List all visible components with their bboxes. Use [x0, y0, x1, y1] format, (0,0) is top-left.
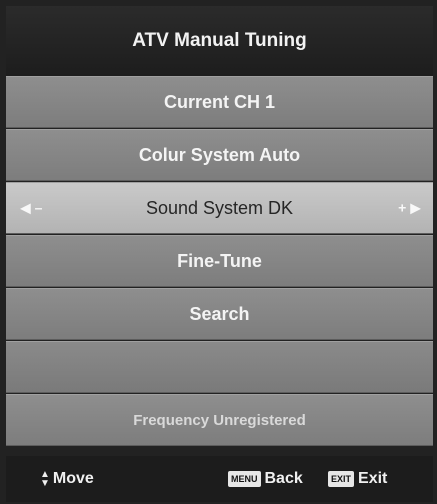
menu-item-empty: [6, 341, 433, 393]
menu-key-icon: MENU: [228, 471, 261, 487]
menu-item-current-ch[interactable]: Current CH 1: [6, 76, 433, 128]
menu-item-sound-system[interactable]: ◀ – Sound System DK + ▶: [6, 182, 433, 234]
menu-item-fine-tune[interactable]: Fine-Tune: [6, 235, 433, 287]
up-down-arrows-icon: ▲ ▼: [40, 469, 50, 489]
menu-item-search[interactable]: Search: [6, 288, 433, 340]
left-arrow-icon[interactable]: ◀ –: [20, 200, 42, 217]
tuning-menu: Current CH 1 Colur System Auto ◀ – Sound…: [6, 76, 433, 447]
exit-label: Exit: [358, 470, 388, 487]
menu-item-colour-system[interactable]: Colur System Auto: [6, 129, 433, 181]
move-label: Move: [52, 470, 94, 487]
sound-system-label: Sound System DK: [145, 197, 294, 218]
menu-title: ATV Manual Tuning: [6, 6, 433, 76]
back-hint[interactable]: MENU Back: [228, 456, 303, 502]
tv-osd-window: ATV Manual Tuning Current CH 1 Colur Sys…: [0, 0, 437, 504]
key-hint-bar: ▲ ▼ Move MENU Back EXIT Exit: [6, 456, 433, 502]
back-label: Back: [264, 470, 303, 487]
status-text: Frequency Unregistered: [6, 394, 433, 446]
exit-hint[interactable]: EXIT Exit: [328, 456, 387, 502]
right-arrow-icon[interactable]: + ▶: [398, 200, 421, 217]
move-hint: ▲ ▼ Move: [40, 456, 94, 502]
exit-key-icon: EXIT: [328, 471, 355, 487]
